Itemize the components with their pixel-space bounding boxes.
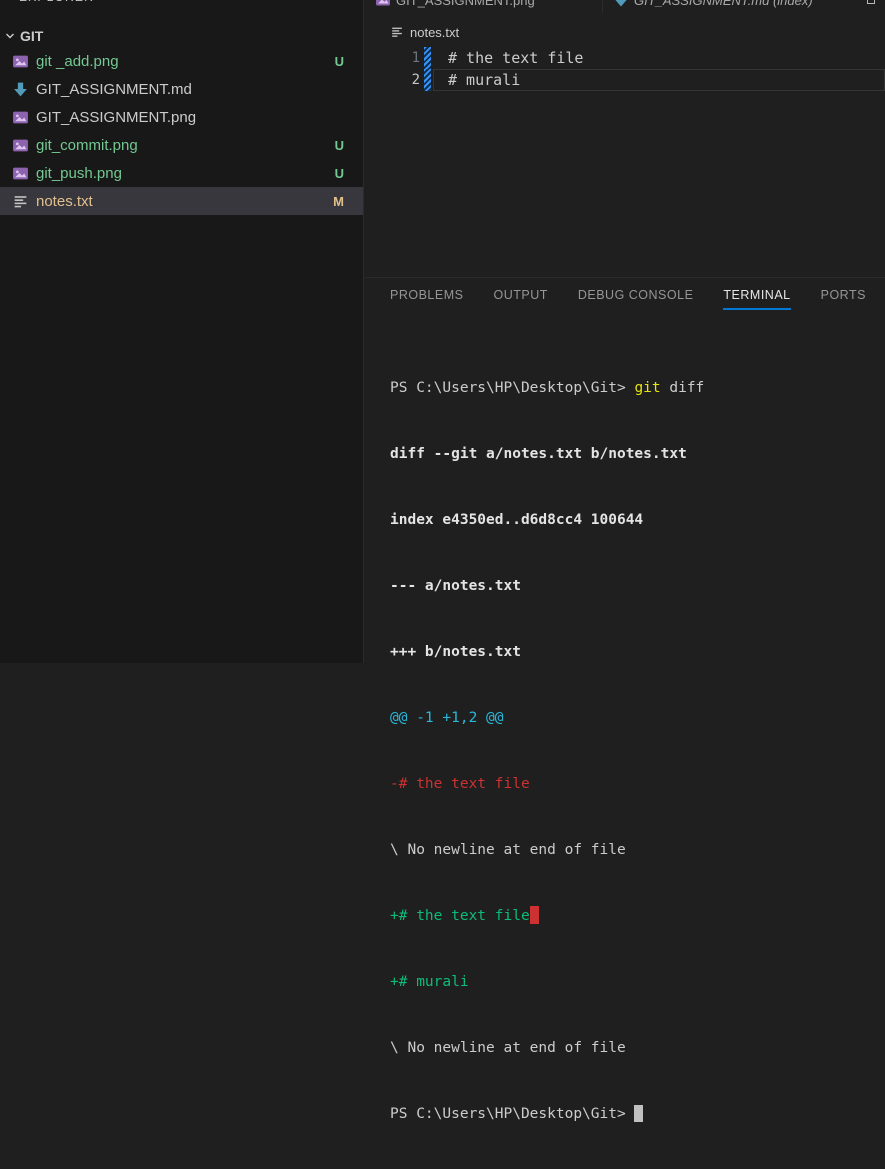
code-line-2[interactable]: 2 # murali: [365, 69, 885, 91]
tab-label: GIT_ASSIGNMENT.png: [396, 0, 535, 8]
terminal-line: @@ -1 +1,2 @@: [390, 707, 879, 729]
bottom-panel: PROBLEMS OUTPUT DEBUG CONSOLE TERMINAL P…: [365, 277, 885, 663]
terminal-line: \ No newline at end of file: [390, 839, 879, 861]
terminal-text: PS C:\Users\HP\Desktop\Git>: [390, 380, 634, 396]
sidebar-item-git-add-png[interactable]: git _add.png U: [0, 47, 363, 75]
terminal-line: +# murali: [390, 971, 879, 993]
image-icon: [375, 0, 391, 8]
image-icon: [12, 53, 29, 70]
tab-git-assignment-md-index[interactable]: GIT_ASSIGNMENT.md (index): [603, 0, 885, 13]
terminal-line: --- a/notes.txt: [390, 575, 879, 597]
terminal-text: @@ -1 +1,2 @@: [390, 710, 504, 726]
panel-tab-output[interactable]: OUTPUT: [493, 288, 547, 310]
section-header-git[interactable]: GIT: [0, 26, 363, 46]
terminal-text: +++ b/notes.txt: [390, 644, 521, 660]
text-file-icon: [390, 25, 404, 39]
file-name: GIT_ASSIGNMENT.png: [36, 109, 196, 126]
code-line-text[interactable]: # the text file: [448, 49, 583, 67]
file-name: git _add.png: [36, 53, 119, 70]
panel-tab-debug-console[interactable]: DEBUG CONSOLE: [578, 288, 694, 310]
markdown-icon: [613, 0, 629, 8]
file-name: GIT_ASSIGNMENT.md: [36, 81, 192, 98]
editor-tab-bar: GIT_ASSIGNMENT.png GIT_ASSIGNMENT.md (in…: [365, 0, 885, 13]
terminal-line: \ No newline at end of file: [390, 1037, 879, 1059]
image-icon: [12, 109, 29, 126]
markdown-icon: [12, 81, 29, 98]
explorer-sidebar: EXPLORER GIT git _add.png U GIT_ASSIGNME…: [0, 0, 364, 663]
terminal-line: -# the text file: [390, 773, 879, 795]
sidebar-item-git-assignment-md[interactable]: GIT_ASSIGNMENT.md: [0, 75, 363, 103]
terminal-text: diff: [661, 380, 705, 396]
breadcrumb[interactable]: notes.txt: [390, 22, 459, 42]
image-icon: [12, 137, 29, 154]
sidebar-item-notes-txt[interactable]: notes.txt M: [0, 187, 363, 215]
terminal-line: index e4350ed..d6d8cc4 100644: [390, 509, 879, 531]
trailing-whitespace-marker: [530, 906, 539, 924]
file-name: git_push.png: [36, 165, 122, 182]
terminal-output[interactable]: PS C:\Users\HP\Desktop\Git> git diff dif…: [390, 333, 879, 1169]
code-line-1[interactable]: 1 # the text file: [365, 47, 885, 69]
sidebar-item-git-commit-png[interactable]: git_commit.png U: [0, 131, 363, 159]
editor-group: GIT_ASSIGNMENT.png GIT_ASSIGNMENT.md (in…: [365, 0, 885, 663]
editor-pane[interactable]: notes.txt 1 # the text file 2 # murali: [365, 13, 885, 277]
terminal-cursor[interactable]: [634, 1105, 643, 1122]
terminal-text: PS C:\Users\HP\Desktop\Git>: [390, 1106, 634, 1122]
tab-divider: [602, 0, 603, 13]
panel-tab-problems[interactable]: PROBLEMS: [390, 288, 463, 310]
terminal-text: \ No newline at end of file: [390, 1040, 626, 1056]
terminal-text: +# the text file: [390, 908, 530, 924]
editor-code-area[interactable]: 1 # the text file 2 # murali: [365, 47, 885, 91]
git-status-badge: U: [335, 166, 344, 181]
file-name: git_commit.png: [36, 137, 138, 154]
tab-label: GIT_ASSIGNMENT.md (index): [634, 0, 813, 8]
terminal-line: PS C:\Users\HP\Desktop\Git>: [390, 1103, 879, 1125]
file-list: git _add.png U GIT_ASSIGNMENT.md GIT_ASS…: [0, 47, 363, 215]
explorer-pane-title: EXPLORER: [0, 0, 363, 6]
text-file-icon: [12, 193, 29, 210]
explorer-title-label: EXPLORER: [19, 0, 94, 4]
git-status-badge: U: [335, 138, 344, 153]
git-status-badge: U: [335, 54, 344, 69]
git-status-badge: M: [333, 194, 344, 209]
tab-git-assignment-png[interactable]: GIT_ASSIGNMENT.png: [365, 0, 602, 13]
panel-tab-ports[interactable]: PORTS: [821, 288, 866, 310]
gutter-modified-indicator: [424, 47, 431, 69]
terminal-line: +++ b/notes.txt: [390, 641, 879, 663]
terminal-text: +# murali: [390, 974, 469, 990]
code-line-text[interactable]: # murali: [448, 71, 520, 89]
terminal-text: index e4350ed..d6d8cc4 100644: [390, 512, 643, 528]
terminal-text: git: [634, 380, 660, 396]
sidebar-item-git-push-png[interactable]: git_push.png U: [0, 159, 363, 187]
terminal-line: PS C:\Users\HP\Desktop\Git> git diff: [390, 377, 879, 399]
chevron-down-icon: [2, 28, 18, 44]
terminal-line: +# the text file: [390, 905, 879, 927]
pinned-tab-icon[interactable]: [867, 0, 875, 4]
sidebar-item-git-assignment-png[interactable]: GIT_ASSIGNMENT.png: [0, 103, 363, 131]
terminal-text: \ No newline at end of file: [390, 842, 626, 858]
section-label: GIT: [20, 28, 43, 44]
terminal-text: --- a/notes.txt: [390, 578, 521, 594]
line-number: 2: [365, 72, 420, 88]
terminal-line: diff --git a/notes.txt b/notes.txt: [390, 443, 879, 465]
breadcrumb-label: notes.txt: [410, 25, 459, 40]
panel-tab-terminal[interactable]: TERMINAL: [723, 288, 790, 310]
terminal-text: diff --git a/notes.txt b/notes.txt: [390, 446, 687, 462]
line-number: 1: [365, 50, 420, 66]
terminal-text: -# the text file: [390, 776, 530, 792]
panel-tab-bar: PROBLEMS OUTPUT DEBUG CONSOLE TERMINAL P…: [365, 278, 885, 310]
image-icon: [12, 165, 29, 182]
gutter-modified-indicator: [424, 69, 431, 91]
file-name: notes.txt: [36, 193, 93, 210]
